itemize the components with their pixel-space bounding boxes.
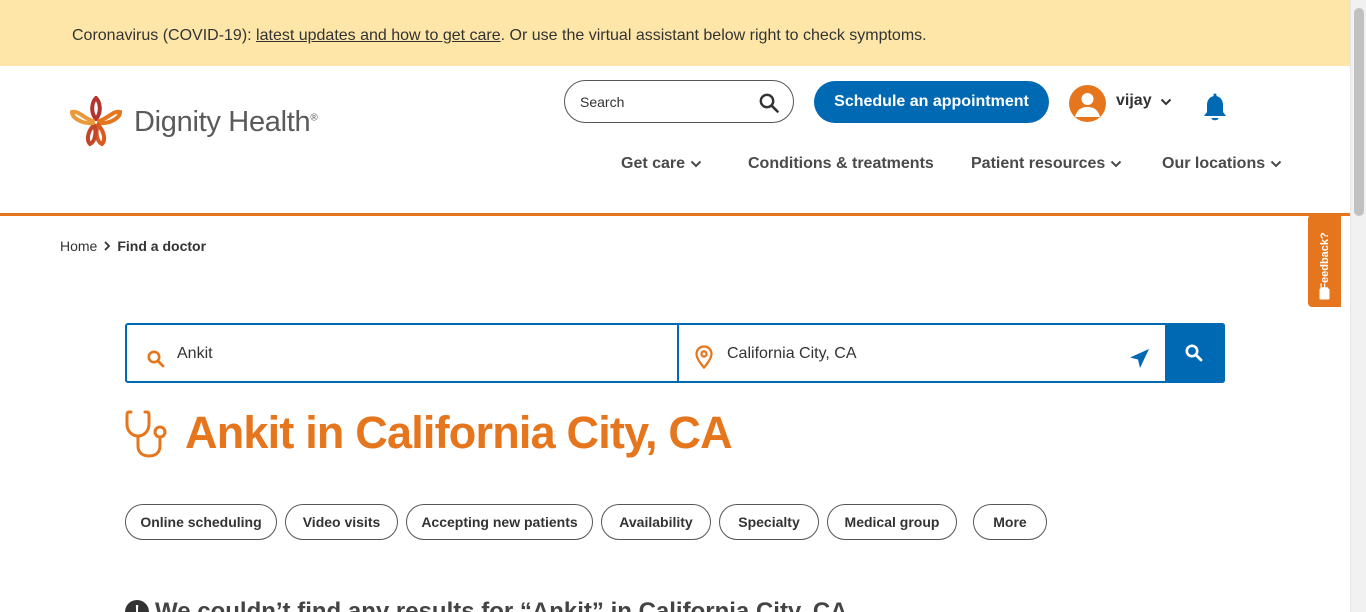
results-title: Ankit in California City, CA (185, 407, 733, 458)
site-search-input[interactable] (580, 92, 750, 112)
results-heading: Ankit in California City, CA (125, 407, 733, 459)
nav-conditions-treatments[interactable]: Conditions & treatments (748, 155, 934, 173)
doctor-search-button[interactable] (1165, 323, 1225, 383)
chevron-down-icon (690, 160, 702, 168)
dignity-health-logo[interactable]: Dignity Health® (68, 96, 318, 148)
feedback-label: Feedback? (1318, 232, 1331, 290)
chevron-down-icon (1270, 160, 1282, 168)
chevron-down-icon (1160, 98, 1171, 105)
notification-bell-icon[interactable] (1201, 93, 1229, 123)
nav-our-locations[interactable]: Our locations (1162, 155, 1282, 173)
location-input[interactable] (727, 344, 1127, 364)
filter-accepting-new-patients[interactable]: Accepting new patients (406, 504, 593, 540)
site-header: Dignity Health® Schedule an appointment … (0, 66, 1350, 216)
breadcrumb: Home Find a doctor (60, 238, 206, 254)
breadcrumb-current: Find a doctor (117, 238, 207, 254)
user-name: vijay (1116, 91, 1152, 109)
breadcrumb-home[interactable]: Home (60, 238, 97, 254)
nav-conditions-label: Conditions & treatments (748, 155, 934, 172)
filter-online-scheduling[interactable]: Online scheduling (125, 504, 277, 540)
stethoscope-icon (125, 410, 167, 458)
feedback-icon (1319, 288, 1330, 300)
schedule-appointment-button[interactable]: Schedule an appointment (814, 81, 1049, 123)
covid-alert-banner: Coronavirus (COVID-19): latest updates a… (0, 0, 1350, 66)
nav-get-care[interactable]: Get care (621, 155, 702, 173)
nav-patient-resources[interactable]: Patient resources (971, 155, 1122, 173)
user-menu[interactable]: vijay (1069, 85, 1172, 122)
scrollbar-thumb[interactable] (1354, 8, 1364, 216)
user-avatar-icon (1069, 85, 1106, 122)
doctor-name-input[interactable] (177, 344, 647, 364)
filter-availability[interactable]: Availability (601, 504, 711, 540)
site-search (564, 80, 794, 123)
current-location-icon[interactable] (1128, 348, 1150, 370)
dignity-health-logo-icon (69, 96, 123, 147)
logo-wordmark: Dignity Health® (134, 105, 318, 139)
doctor-search-form (125, 323, 1225, 383)
covid-updates-link[interactable]: latest updates and how to get care (256, 27, 501, 44)
info-icon: ! (125, 600, 149, 612)
alert-prefix: Coronavirus (COVID-19): (72, 27, 257, 44)
filter-video-visits[interactable]: Video visits (285, 504, 398, 540)
no-results-text: We couldn’t find any results for “Ankit”… (155, 598, 848, 612)
nav-get-care-label: Get care (621, 155, 686, 172)
search-icon (1185, 344, 1203, 362)
location-pin-icon (695, 345, 713, 369)
feedback-tab[interactable]: Feedback? (1308, 215, 1341, 307)
search-icon[interactable] (759, 93, 779, 113)
filter-more[interactable]: More (973, 504, 1047, 540)
search-icon (147, 350, 165, 368)
nav-patient-resources-label: Patient resources (971, 155, 1106, 172)
chevron-down-icon (1111, 160, 1122, 168)
filter-medical-group[interactable]: Medical group (827, 504, 957, 540)
page-scrollbar[interactable] (1350, 0, 1366, 612)
nav-our-locations-label: Our locations (1162, 155, 1266, 172)
filter-specialty[interactable]: Specialty (719, 504, 819, 540)
covid-alert-text: Coronavirus (COVID-19): latest updates a… (72, 27, 927, 45)
logo-registered-mark: ® (310, 111, 318, 123)
search-divider (677, 325, 679, 381)
no-results-message: ! We couldn’t find any results for “Anki… (125, 598, 848, 612)
logo-text: Dignity Health (134, 105, 311, 138)
alert-suffix: . Or use the virtual assistant below rig… (500, 27, 927, 44)
chevron-right-icon (104, 241, 111, 251)
